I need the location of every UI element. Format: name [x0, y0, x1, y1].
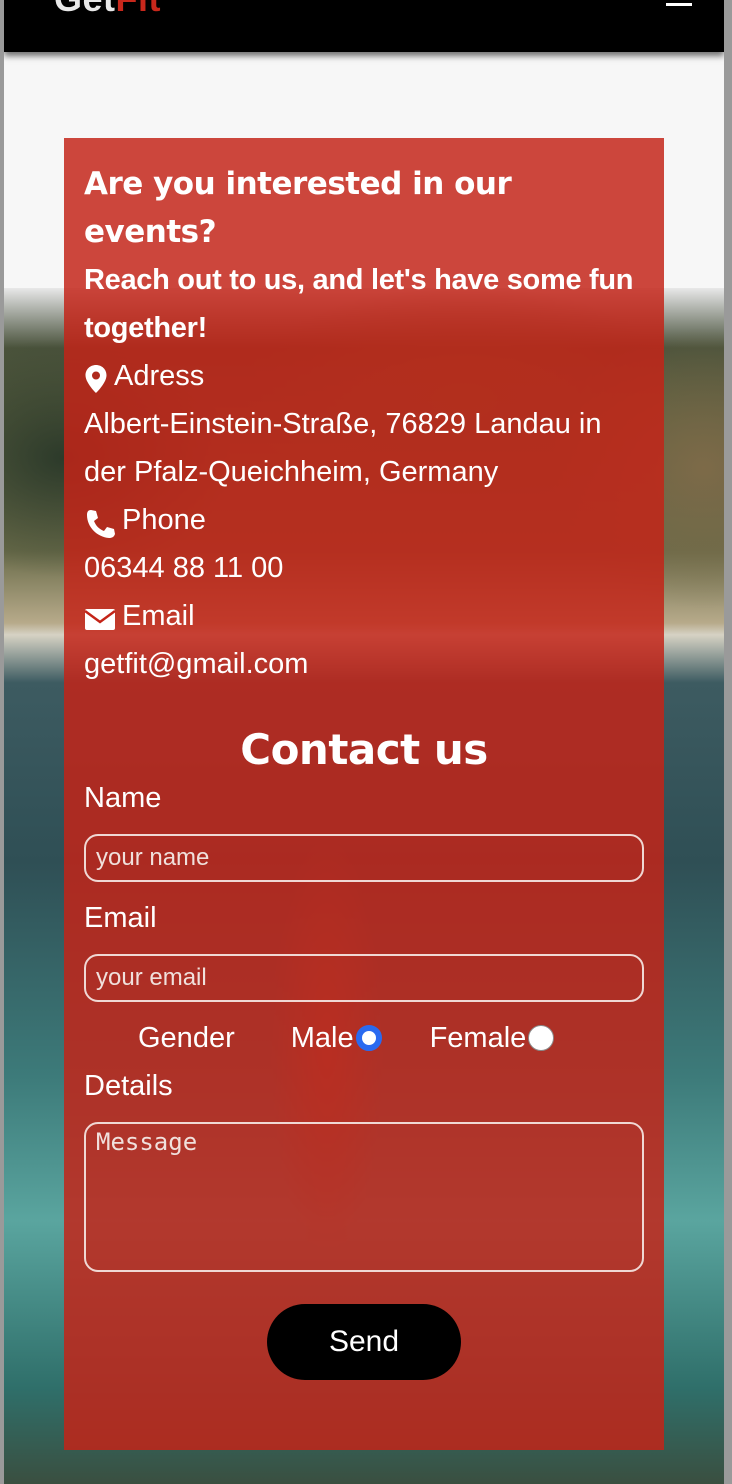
site-logo[interactable]: GetFit [54, 0, 161, 20]
email-label-row: Email [84, 592, 644, 640]
send-wrap: Send [84, 1304, 644, 1380]
female-radio[interactable] [528, 1025, 555, 1051]
gender-option-female[interactable]: Female [430, 1014, 555, 1062]
events-subheading: Reach out to us, and let's have some fun… [84, 264, 634, 344]
female-label: Female [429, 1022, 527, 1054]
message-textarea[interactable] [84, 1122, 644, 1272]
send-button[interactable]: Send [267, 1304, 461, 1380]
name-field-label: Name [84, 782, 162, 814]
page-viewport: GetFit Are you interested in our events?… [4, 0, 724, 1484]
gender-row: Gender Male Female [84, 1014, 644, 1062]
hamburger-menu-icon[interactable] [666, 0, 692, 6]
address-value: Albert-Einstein-Straße, 76829 Landau in … [84, 408, 602, 488]
navbar: GetFit [4, 0, 724, 52]
contact-panel: Are you interested in our events? Reach … [64, 138, 664, 1450]
email-field-label: Email [84, 902, 157, 934]
map-marker-icon [84, 361, 108, 393]
name-input[interactable] [84, 834, 644, 882]
address-label-row: Adress [84, 352, 644, 400]
address-label: Adress [114, 360, 205, 392]
male-radio[interactable] [355, 1025, 382, 1051]
envelope-icon [84, 601, 116, 631]
phone-value: 06344 88 11 00 [84, 552, 284, 584]
gender-option-male[interactable]: Male [291, 1014, 382, 1062]
logo-get-text: Get [54, 0, 116, 19]
male-label: Male [290, 1022, 354, 1054]
events-heading: Are you interested in our events? [84, 166, 512, 250]
details-field-label: Details [84, 1070, 173, 1102]
phone-icon [84, 505, 116, 538]
email-input[interactable] [84, 954, 644, 1002]
logo-fit-text: Fit [116, 0, 161, 19]
email-value[interactable]: getfit@gmail.com [84, 640, 644, 688]
phone-label: Phone [122, 504, 206, 536]
email-label: Email [122, 600, 195, 632]
phone-label-row: Phone [84, 496, 644, 544]
contact-form-title: Contact us [240, 725, 488, 774]
gender-label: Gender [138, 1022, 235, 1054]
